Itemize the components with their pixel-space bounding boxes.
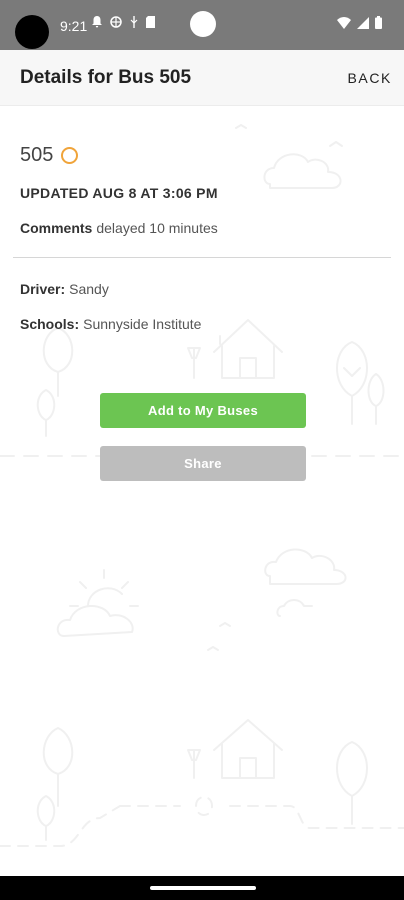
navigation-bar (0, 876, 404, 900)
status-bar: 9:21 (0, 0, 404, 50)
divider (13, 257, 391, 258)
comments-value: delayed 10 minutes (96, 220, 218, 236)
signal-icon (357, 16, 369, 29)
comments-row: Comments delayed 10 minutes (20, 220, 218, 236)
bus-status-icon (61, 147, 79, 164)
battery-icon (375, 16, 382, 29)
cloud-icon (263, 153, 342, 189)
share-button[interactable]: Share (100, 446, 306, 481)
cloud-icon (56, 605, 134, 637)
add-to-my-buses-button[interactable]: Add to My Buses (100, 393, 306, 428)
driver-value: Sandy (69, 281, 109, 297)
bus-number: 505 (20, 144, 54, 166)
tree-icon (336, 741, 368, 825)
back-button[interactable]: BACK (347, 70, 392, 86)
app-bar: Details for Bus 505 BACK (0, 50, 404, 106)
schools-value: Sunnyside Institute (83, 316, 202, 332)
sd-card-icon (146, 16, 155, 28)
sun-icon (69, 569, 139, 607)
status-icons-right (337, 16, 382, 29)
usb-icon (130, 16, 138, 28)
vpn-globe-icon (110, 16, 122, 28)
tree-icon (42, 327, 74, 397)
front-sensor (190, 11, 216, 37)
schools-row: Schools: Sunnyside Institute (20, 316, 201, 332)
comments-label: Comments (20, 220, 93, 236)
driver-row: Driver: Sandy (20, 281, 109, 297)
status-icons-left (92, 16, 155, 28)
tree-icon (336, 341, 368, 425)
house-icon (213, 719, 283, 779)
wifi-icon (337, 16, 351, 29)
tree-icon (42, 727, 74, 807)
schools-label: Schools: (20, 316, 80, 332)
status-time: 9:21 (60, 18, 88, 34)
notification-bell-icon (92, 16, 102, 28)
page-title: Details for Bus 505 (20, 67, 192, 88)
camera-cutout (15, 15, 49, 49)
cloud-icon (264, 548, 347, 585)
bus-number-row: 505 (20, 144, 79, 167)
home-gesture-handle[interactable] (150, 886, 256, 890)
driver-label: Driver: (20, 281, 66, 297)
house-icon (213, 319, 283, 379)
updated-timestamp: UPDATED AUG 8 AT 3:06 PM (20, 185, 218, 201)
